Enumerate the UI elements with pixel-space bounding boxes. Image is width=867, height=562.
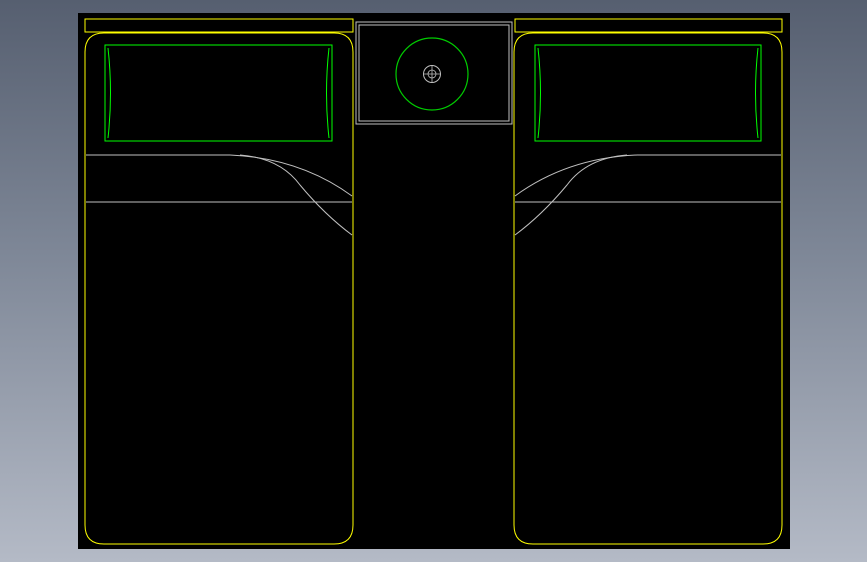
- cad-viewport[interactable]: [0, 0, 867, 562]
- drawing-sheet: [78, 13, 790, 549]
